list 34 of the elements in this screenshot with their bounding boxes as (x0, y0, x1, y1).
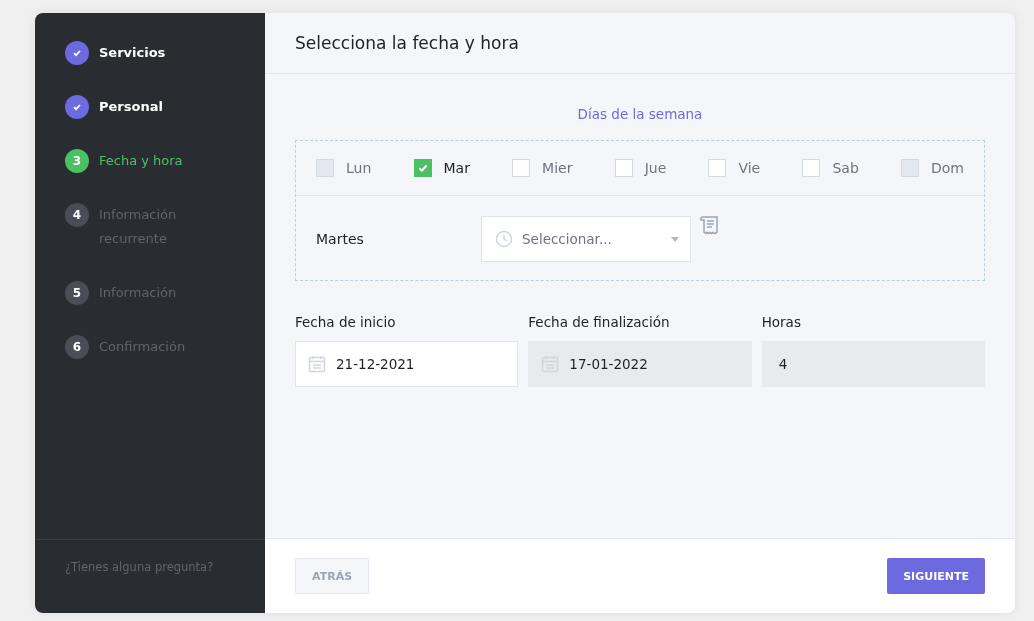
step-badge: 5 (65, 281, 89, 305)
back-button[interactable]: ATRÁS (295, 558, 370, 594)
page-title: Selecciona la fecha y hora (295, 33, 519, 53)
check-icon (72, 102, 82, 112)
calendar-icon (307, 354, 327, 374)
section-heading: Días de la semana (576, 106, 704, 122)
step-badge: 4 (65, 203, 89, 227)
weekday-checkbox[interactable]: Jue (614, 159, 667, 177)
caret-icon (671, 237, 679, 242)
step-label[interactable]: Fecha y hora (99, 149, 183, 173)
next-button[interactable]: SIGUIENTE (887, 558, 985, 594)
clock-icon (495, 230, 513, 248)
input-field[interactable]: 21-12-2021 (295, 341, 519, 387)
weekday-checkbox[interactable]: Mar (413, 159, 470, 177)
receipt-icon[interactable] (699, 214, 721, 236)
weekday-checkbox[interactable]: Sab (802, 159, 859, 177)
day-label: Martes (316, 231, 365, 247)
step-label[interactable]: Información recurrente (99, 203, 235, 251)
weekday-checkbox[interactable]: Mier (512, 159, 573, 177)
field-label: Fecha de finalización (528, 314, 671, 330)
step-badge: 3 (65, 149, 89, 173)
step-label[interactable]: Servicios (99, 41, 166, 65)
step-label[interactable]: Personal (99, 95, 163, 119)
calendar-icon (540, 354, 561, 374)
step-label[interactable]: Confirmación (99, 335, 186, 359)
weekday-checkbox[interactable]: Vie (708, 159, 761, 177)
step-label[interactable]: Información (99, 281, 177, 305)
time-select[interactable]: Seleccionar... (481, 216, 691, 262)
step-badge: 6 (65, 335, 89, 359)
check-icon (72, 48, 82, 58)
help-link[interactable]: ¿Tienes alguna pregunta? (65, 560, 214, 574)
field-label: Fecha de inicio (295, 314, 397, 330)
field-label: Horas (761, 314, 802, 330)
check-icon (416, 162, 429, 174)
